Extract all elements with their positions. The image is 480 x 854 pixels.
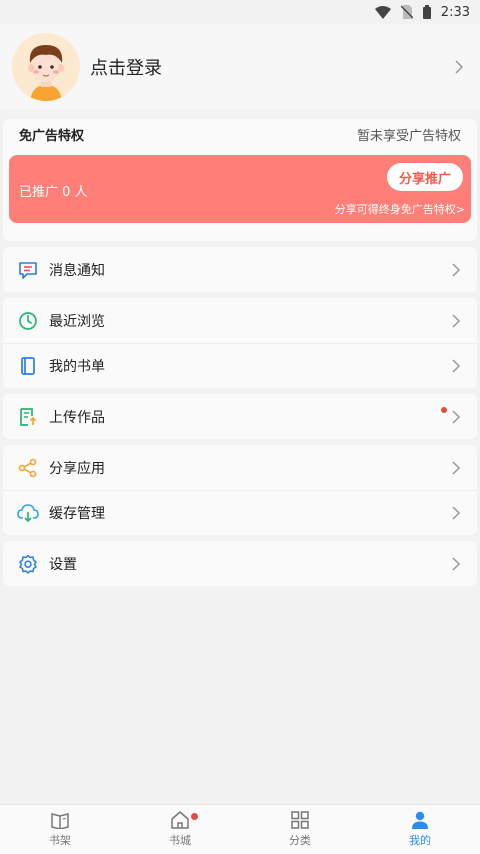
chevron-right-icon [452, 262, 461, 277]
profile-header[interactable]: 点击登录 [0, 24, 480, 109]
menu-item-label: 我的书单 [49, 359, 105, 375]
cloud-download-icon [17, 502, 39, 524]
menu-item-messages[interactable]: 消息通知 [3, 247, 477, 292]
message-icon [17, 259, 39, 281]
battery-icon [422, 5, 431, 19]
upload-doc-icon [17, 406, 39, 428]
chevron-right-icon [452, 556, 461, 571]
chevron-right-icon [455, 59, 464, 74]
menu-group: 设置 [3, 541, 477, 586]
chevron-right-icon [452, 313, 461, 328]
ad-free-status: 暂未享受广告特权 [356, 128, 461, 144]
menu-group: 分享应用 缓存管理 [3, 445, 477, 535]
menu-item-label: 设置 [49, 556, 77, 573]
chevron-right-icon [452, 409, 461, 424]
menu-group: 最近浏览 我的书单 [3, 298, 477, 388]
tab-bookshelf[interactable]: 书架 [0, 805, 120, 854]
notification-dot [191, 813, 198, 820]
avatar[interactable] [12, 32, 80, 101]
clock-icon [17, 310, 39, 332]
menu-item-label: 消息通知 [49, 262, 105, 279]
menu-item-share-app[interactable]: 分享应用 [3, 445, 477, 490]
status-time: 2:33 [440, 4, 470, 20]
status-bar: 2:33 [0, 0, 480, 24]
tab-category[interactable]: 分类 [240, 805, 360, 854]
login-label[interactable]: 点击登录 [90, 54, 162, 80]
menu-item-settings[interactable]: 设置 [3, 541, 477, 586]
menu-item-label: 上传作品 [49, 409, 105, 426]
menu-item-booklist[interactable]: 我的书单 [3, 343, 477, 388]
promoted-count: 已推广 0 人 [19, 185, 88, 200]
tab-bookstore[interactable]: 书城 [120, 805, 240, 854]
tab-label: 书城 [169, 834, 191, 847]
menu-item-label: 缓存管理 [49, 506, 105, 522]
ad-free-card: 免广告特权 暂未享受广告特权 已推广 0 人 分享推广 分享可得终身免广告特权> [3, 119, 477, 241]
chevron-right-icon [452, 506, 461, 520]
menu-item-label: 分享应用 [49, 460, 105, 477]
tab-mine[interactable]: 我的 [360, 805, 480, 854]
chevron-right-icon [452, 460, 461, 475]
share-tip-link[interactable]: 分享可得终身免广告特权> [335, 201, 465, 217]
home-icon [171, 811, 189, 829]
ad-free-title: 免广告特权 [19, 128, 85, 144]
settings-gear-icon [17, 553, 39, 575]
book-icon [17, 355, 39, 377]
menu-item-recent[interactable]: 最近浏览 [3, 298, 477, 343]
menu-item-cache[interactable]: 缓存管理 [3, 490, 477, 535]
menu-item-label: 最近浏览 [49, 313, 105, 330]
wifi-icon [374, 5, 391, 19]
menu-group: 消息通知 [3, 247, 477, 292]
avatar-cartoon-icon [12, 32, 80, 101]
share-promote-button[interactable]: 分享推广 [387, 163, 463, 191]
person-icon [412, 811, 428, 829]
bookshelf-icon [51, 813, 69, 829]
bottom-tab-bar: 书架 书城 分类 我的 [0, 804, 480, 854]
chevron-right-icon [452, 359, 461, 373]
menu-group: 上传作品 [3, 394, 477, 439]
share-icon [17, 457, 39, 479]
tab-label: 书架 [49, 834, 71, 847]
menu-item-upload[interactable]: 上传作品 [3, 394, 477, 439]
notification-dot [441, 407, 447, 413]
no-sim-icon [400, 5, 413, 19]
promotion-banner: 已推广 0 人 分享推广 分享可得终身免广告特权> [9, 155, 471, 223]
tab-label: 分类 [289, 834, 311, 847]
tab-label: 我的 [409, 834, 431, 847]
category-grid-icon [291, 811, 309, 829]
